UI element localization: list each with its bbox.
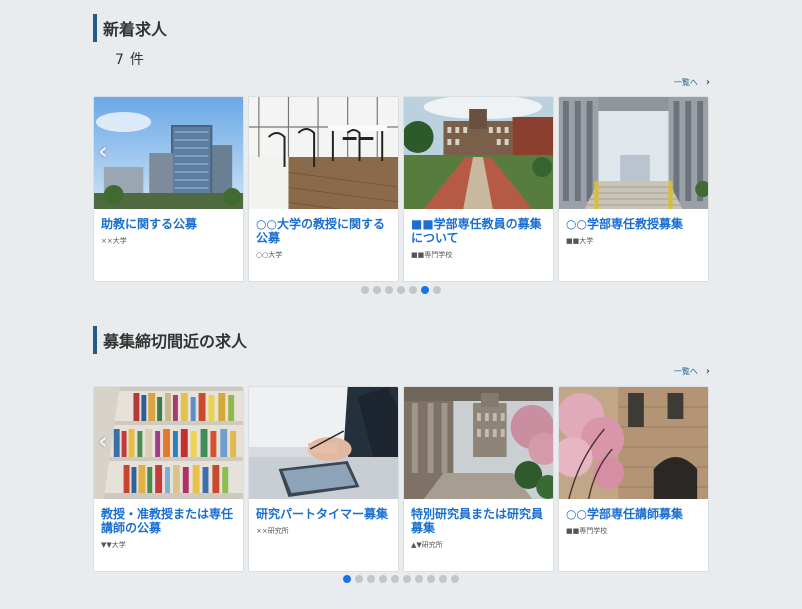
job-card-image bbox=[404, 97, 553, 209]
job-card-org: ××大学 bbox=[101, 237, 127, 245]
job-card-org: ▼▼大学 bbox=[101, 541, 126, 549]
carousel-dot[interactable] bbox=[361, 286, 369, 294]
job-card-org: ××研究所 bbox=[256, 527, 289, 535]
job-card[interactable]: ○○大学の教授に関する公募 ○○大学 bbox=[248, 96, 399, 282]
chevron-left-icon[interactable]: ‹ bbox=[98, 427, 108, 455]
job-card-org: ▲▼研究所 bbox=[411, 541, 443, 549]
job-card-title[interactable]: ○○学部専任講師募集 bbox=[559, 499, 708, 521]
job-card[interactable]: ‹ 教授・准教授または専任講師の公募 ▼▼大学 bbox=[93, 386, 244, 572]
carousel-dot[interactable] bbox=[409, 286, 417, 294]
job-card-image bbox=[559, 387, 708, 499]
job-card[interactable]: ‹ 助教に関する公募 ××大学 bbox=[93, 96, 244, 282]
job-card-title[interactable]: ○○大学の教授に関する公募 bbox=[249, 209, 398, 245]
new-jobs-heading: 新着求人 bbox=[93, 14, 710, 42]
carousel-dot[interactable] bbox=[415, 575, 423, 583]
count-value: 7 bbox=[115, 52, 124, 68]
carousel-dot[interactable] bbox=[391, 575, 399, 583]
chevron-left-icon[interactable]: ‹ bbox=[98, 137, 108, 165]
carousel-dot[interactable] bbox=[379, 575, 387, 583]
job-card-org: ■■専門学校 bbox=[566, 527, 608, 535]
job-card[interactable]: ○○学部専任講師募集 ■■専門学校 bbox=[558, 386, 709, 572]
carousel-dot[interactable] bbox=[427, 575, 435, 583]
carousel-dot[interactable] bbox=[373, 286, 381, 294]
deadline-jobs-heading: 募集締切間近の求人 bbox=[93, 326, 710, 354]
deadline-jobs-more-link[interactable]: 一覧へ › bbox=[674, 366, 710, 377]
carousel-dot[interactable] bbox=[439, 575, 447, 583]
carousel-pagination bbox=[343, 575, 459, 583]
job-card[interactable]: 特別研究員または研究員募集 ▲▼研究所 bbox=[403, 386, 554, 572]
carousel-dot[interactable] bbox=[343, 575, 351, 583]
job-card-title[interactable]: ○○学部専任教授募集 bbox=[559, 209, 708, 231]
job-card-image bbox=[559, 97, 708, 209]
job-card-title[interactable]: 教授・准教授または専任講師の公募 bbox=[94, 499, 243, 535]
job-card-image bbox=[249, 387, 398, 499]
job-card-title[interactable]: 助教に関する公募 bbox=[94, 209, 243, 231]
new-jobs-count: 7件 bbox=[115, 50, 710, 70]
count-unit: 件 bbox=[129, 52, 144, 68]
job-card[interactable]: ■■学部専任教員の募集について ■■専門学校 bbox=[403, 96, 554, 282]
job-card-org: ■■大学 bbox=[566, 237, 594, 245]
job-card-image bbox=[249, 97, 398, 209]
carousel-dot[interactable] bbox=[433, 286, 441, 294]
job-card-title[interactable]: ■■学部専任教員の募集について bbox=[404, 209, 553, 245]
chevron-right-icon: › bbox=[705, 77, 710, 88]
chevron-right-icon: › bbox=[705, 366, 710, 377]
job-card[interactable]: 研究パートタイマー募集 ××研究所 bbox=[248, 386, 399, 572]
job-card-org: ○○大学 bbox=[256, 251, 283, 259]
carousel-dot[interactable] bbox=[367, 575, 375, 583]
job-card-title[interactable]: 特別研究員または研究員募集 bbox=[404, 499, 553, 535]
job-card[interactable]: ○○学部専任教授募集 ■■大学 bbox=[558, 96, 709, 282]
job-card-image: ‹ bbox=[94, 387, 243, 499]
deadline-jobs-section: 募集締切間近の求人 一覧へ › ‹ 教授・准教授または専任講師の公募 ▼▼大学 … bbox=[93, 326, 710, 583]
job-card-image: ‹ bbox=[94, 97, 243, 209]
carousel-pagination bbox=[361, 286, 441, 294]
carousel-dot[interactable] bbox=[451, 575, 459, 583]
more-label: 一覧へ bbox=[673, 367, 698, 376]
carousel-dot[interactable] bbox=[421, 286, 429, 294]
carousel-dot[interactable] bbox=[355, 575, 363, 583]
carousel-dot[interactable] bbox=[385, 286, 393, 294]
job-card-title[interactable]: 研究パートタイマー募集 bbox=[249, 499, 398, 521]
job-card-org: ■■専門学校 bbox=[411, 251, 453, 259]
deadline-jobs-carousel: ‹ 教授・准教授または専任講師の公募 ▼▼大学 研究パートタイマー募集 ××研究… bbox=[93, 386, 709, 572]
job-card-image bbox=[404, 387, 553, 499]
more-label: 一覧へ bbox=[673, 78, 698, 87]
carousel-dot[interactable] bbox=[397, 286, 405, 294]
new-jobs-section: 新着求人 7件 一覧へ › ‹ 助教に関する公募 ××大学 ○○大学の教授に関す… bbox=[93, 14, 710, 294]
carousel-dot[interactable] bbox=[403, 575, 411, 583]
new-jobs-carousel: ‹ 助教に関する公募 ××大学 ○○大学の教授に関する公募 ○○大学 ■■学部専… bbox=[93, 96, 709, 282]
new-jobs-more-link[interactable]: 一覧へ › bbox=[674, 77, 710, 88]
